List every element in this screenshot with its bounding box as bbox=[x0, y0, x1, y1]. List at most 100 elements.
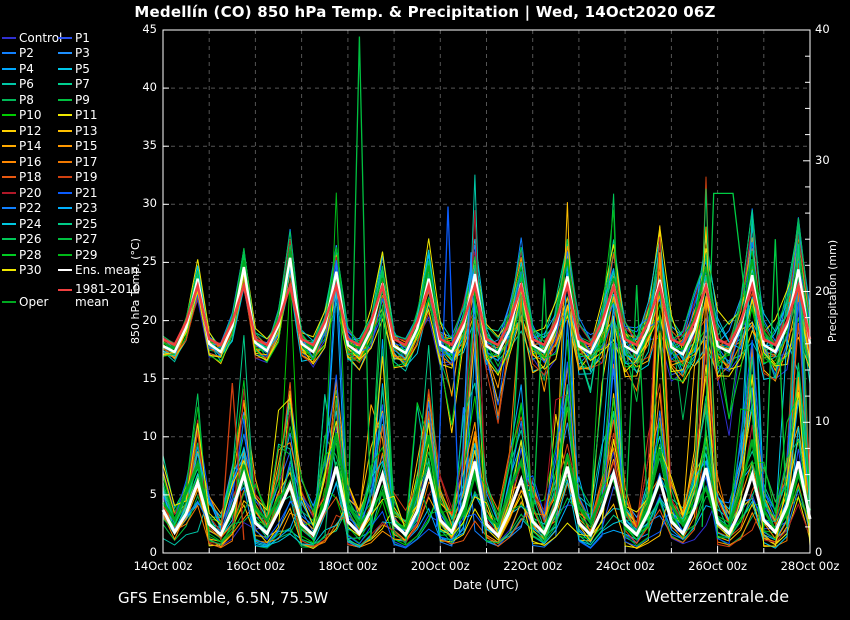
legend-swatch bbox=[58, 192, 72, 194]
footer-site-name: Wetterzentrale.de bbox=[645, 587, 789, 606]
legend-label: P26 bbox=[19, 232, 42, 246]
legend-item-p20: P20 bbox=[2, 185, 62, 201]
left-tick-label-10: 10 bbox=[123, 429, 157, 443]
legend-label: P28 bbox=[19, 248, 42, 262]
legend-label: P24 bbox=[19, 217, 42, 231]
legend-swatch bbox=[58, 37, 72, 39]
legend-swatch bbox=[2, 68, 16, 70]
right-tick-label-20: 20 bbox=[815, 284, 830, 298]
legend-swatch bbox=[58, 269, 72, 271]
legend-swatch bbox=[58, 145, 72, 147]
legend-item-p30: P30 bbox=[2, 263, 62, 279]
x-tick-label-4: 22Oct 00z bbox=[498, 559, 568, 573]
legend-swatch bbox=[58, 114, 72, 116]
legend-swatch bbox=[58, 130, 72, 132]
legend-swatch bbox=[2, 114, 16, 116]
legend-swatch bbox=[2, 83, 16, 85]
left-tick-label-40: 40 bbox=[123, 80, 157, 94]
legend-swatch bbox=[2, 176, 16, 178]
legend-label: P9 bbox=[75, 93, 90, 107]
legend-item-control: Control bbox=[2, 30, 62, 46]
legend-item-p13: P13 bbox=[58, 123, 138, 139]
legend-label: P1 bbox=[75, 31, 90, 45]
legend-swatch bbox=[58, 83, 72, 85]
legend-swatch bbox=[2, 254, 16, 256]
legend-label: P15 bbox=[75, 139, 98, 153]
legend-label: P20 bbox=[19, 186, 42, 200]
legend-label: P12 bbox=[19, 124, 42, 138]
legend-swatch bbox=[2, 238, 16, 240]
legend-swatch bbox=[2, 207, 16, 209]
legend-item-p3: P3 bbox=[58, 46, 138, 62]
legend-swatch bbox=[2, 223, 16, 225]
legend-swatch bbox=[2, 37, 16, 39]
legend-label: P17 bbox=[75, 155, 98, 169]
x-tick-label-1: 16Oct 00z bbox=[220, 559, 290, 573]
legend-label: P11 bbox=[75, 108, 98, 122]
legend-item-p2: P2 bbox=[2, 46, 62, 62]
legend-label: P19 bbox=[75, 170, 98, 184]
legend-swatch bbox=[2, 52, 16, 54]
legend-item-p9: P9 bbox=[58, 92, 138, 108]
legend-label: P29 bbox=[75, 248, 98, 262]
legend-item-p26: P26 bbox=[2, 232, 62, 248]
legend-label: P7 bbox=[75, 77, 90, 91]
left-tick-label-45: 45 bbox=[123, 22, 157, 36]
left-tick-label-5: 5 bbox=[123, 487, 157, 501]
legend-label: P16 bbox=[19, 155, 42, 169]
legend-swatch bbox=[2, 145, 16, 147]
legend-swatch bbox=[58, 99, 72, 101]
legend-item-p18: P18 bbox=[2, 170, 62, 186]
legend-item-p10: P10 bbox=[2, 108, 62, 124]
legend-swatch bbox=[58, 207, 72, 209]
legend-swatch bbox=[58, 254, 72, 256]
legend-label: P4 bbox=[19, 62, 34, 76]
legend-swatch bbox=[2, 130, 16, 132]
legend-label: P22 bbox=[19, 201, 42, 215]
footer-model-info: GFS Ensemble, 6.5N, 75.5W bbox=[118, 589, 328, 607]
left-tick-label-35: 35 bbox=[123, 138, 157, 152]
x-tick-label-3: 20Oct 00z bbox=[405, 559, 475, 573]
x-tick-label-2: 18Oct 00z bbox=[313, 559, 383, 573]
x-tick-label-0: 14Oct 00z bbox=[128, 559, 198, 573]
right-tick-label-30: 30 bbox=[815, 153, 830, 167]
legend-label: Control bbox=[19, 31, 62, 45]
left-tick-label-20: 20 bbox=[123, 313, 157, 327]
legend-label: P3 bbox=[75, 46, 90, 60]
legend-swatch bbox=[2, 192, 16, 194]
legend-label: P18 bbox=[19, 170, 42, 184]
legend-item-p22: P22 bbox=[2, 201, 62, 217]
right-tick-label-10: 10 bbox=[815, 414, 830, 428]
legend-item-p25: P25 bbox=[58, 216, 138, 232]
legend-label: P27 bbox=[75, 232, 98, 246]
legend-label: P5 bbox=[75, 62, 90, 76]
legend-swatch bbox=[58, 238, 72, 240]
x-tick-label-5: 24Oct 00z bbox=[590, 559, 660, 573]
legend-item-p28: P28 bbox=[2, 247, 62, 263]
legend-column-1: ControlP2P4P6P8P10P12P14P16P18P20P22P24P… bbox=[2, 30, 62, 278]
legend-item-p17: P17 bbox=[58, 154, 138, 170]
legend-column-2: P1P3P5P7P9P11P13P15P17P19P21P23P25P27P29… bbox=[58, 30, 138, 278]
meteogram-page: { "title": "Medellín (CO) 850 hPa Temp. … bbox=[0, 0, 850, 620]
legend-item-p6: P6 bbox=[2, 77, 62, 93]
legend-item-p14: P14 bbox=[2, 139, 62, 155]
oper-swatch bbox=[2, 301, 16, 303]
left-axis-title: 850 hPa Temp. (°C) bbox=[129, 211, 143, 371]
left-tick-label-30: 30 bbox=[123, 196, 157, 210]
legend-swatch bbox=[2, 99, 16, 101]
legend-swatch bbox=[58, 223, 72, 225]
right-tick-label-40: 40 bbox=[815, 22, 830, 36]
legend-item-p27: P27 bbox=[58, 232, 138, 248]
legend-swatch bbox=[58, 161, 72, 163]
precip-spike-8 bbox=[764, 239, 787, 527]
legend-item-p16: P16 bbox=[2, 154, 62, 170]
left-tick-label-15: 15 bbox=[123, 371, 157, 385]
x-tick-label-6: 26Oct 00z bbox=[683, 559, 753, 573]
legend-item-p12: P12 bbox=[2, 123, 62, 139]
legend-item-p24: P24 bbox=[2, 216, 62, 232]
legend-item-p19: P19 bbox=[58, 170, 138, 186]
legend-item-p4: P4 bbox=[2, 61, 62, 77]
legend-label: P13 bbox=[75, 124, 98, 138]
legend-swatch bbox=[58, 52, 72, 54]
legend-item-p5: P5 bbox=[58, 61, 138, 77]
